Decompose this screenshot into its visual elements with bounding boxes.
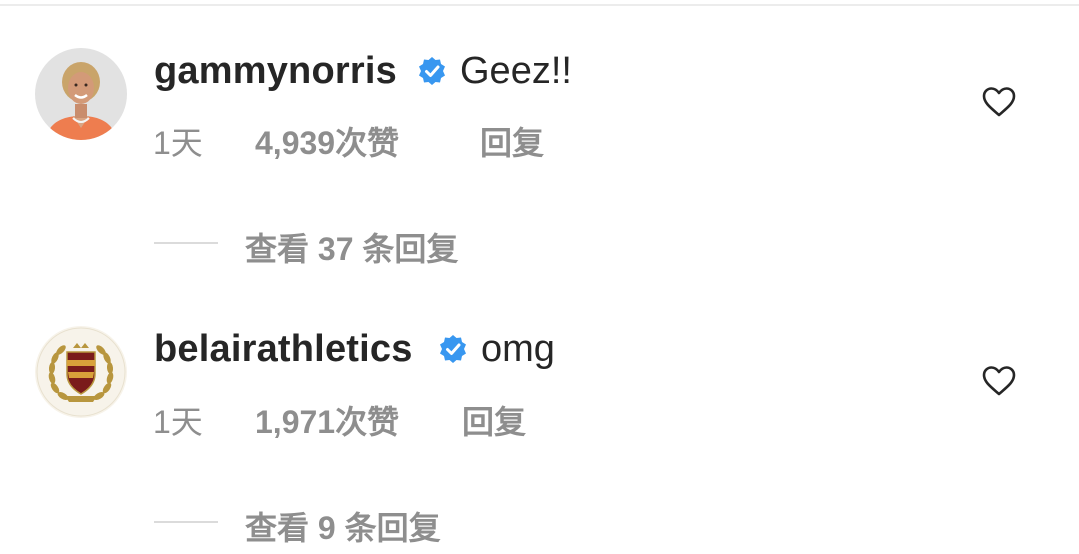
crest-shield-laurel-avatar-icon bbox=[35, 326, 127, 418]
replies-divider-line bbox=[154, 242, 218, 244]
verified-badge-icon bbox=[417, 56, 447, 86]
comment-age[interactable]: 1天 bbox=[153, 118, 203, 164]
view-replies-label: 查看 9 条回复 bbox=[245, 510, 441, 546]
comment-text: Geez!! bbox=[460, 50, 572, 92]
top-divider bbox=[0, 4, 1079, 6]
comments-page: gammynorris Geez!! 1天 4,939次赞 回复 查看 37 条… bbox=[0, 0, 1079, 554]
avatar[interactable] bbox=[35, 48, 127, 140]
replies-divider-line bbox=[154, 521, 218, 523]
woman-portrait-avatar-icon bbox=[35, 48, 127, 140]
heart-outline-icon[interactable] bbox=[981, 365, 1017, 397]
reply-button[interactable]: 回复 bbox=[480, 118, 544, 164]
like-count[interactable]: 1,971次赞 bbox=[255, 397, 399, 443]
verified-badge-icon bbox=[438, 334, 468, 364]
reply-button[interactable]: 回复 bbox=[462, 397, 526, 443]
username[interactable]: gammynorris bbox=[154, 50, 397, 93]
view-replies-label: 查看 37 条回复 bbox=[245, 231, 459, 267]
username[interactable]: belairathletics bbox=[154, 328, 413, 371]
like-count[interactable]: 4,939次赞 bbox=[255, 118, 399, 164]
comment-age[interactable]: 1天 bbox=[153, 397, 203, 443]
avatar[interactable] bbox=[35, 326, 127, 418]
comment-text: omg bbox=[481, 328, 555, 370]
heart-outline-icon[interactable] bbox=[981, 86, 1017, 118]
